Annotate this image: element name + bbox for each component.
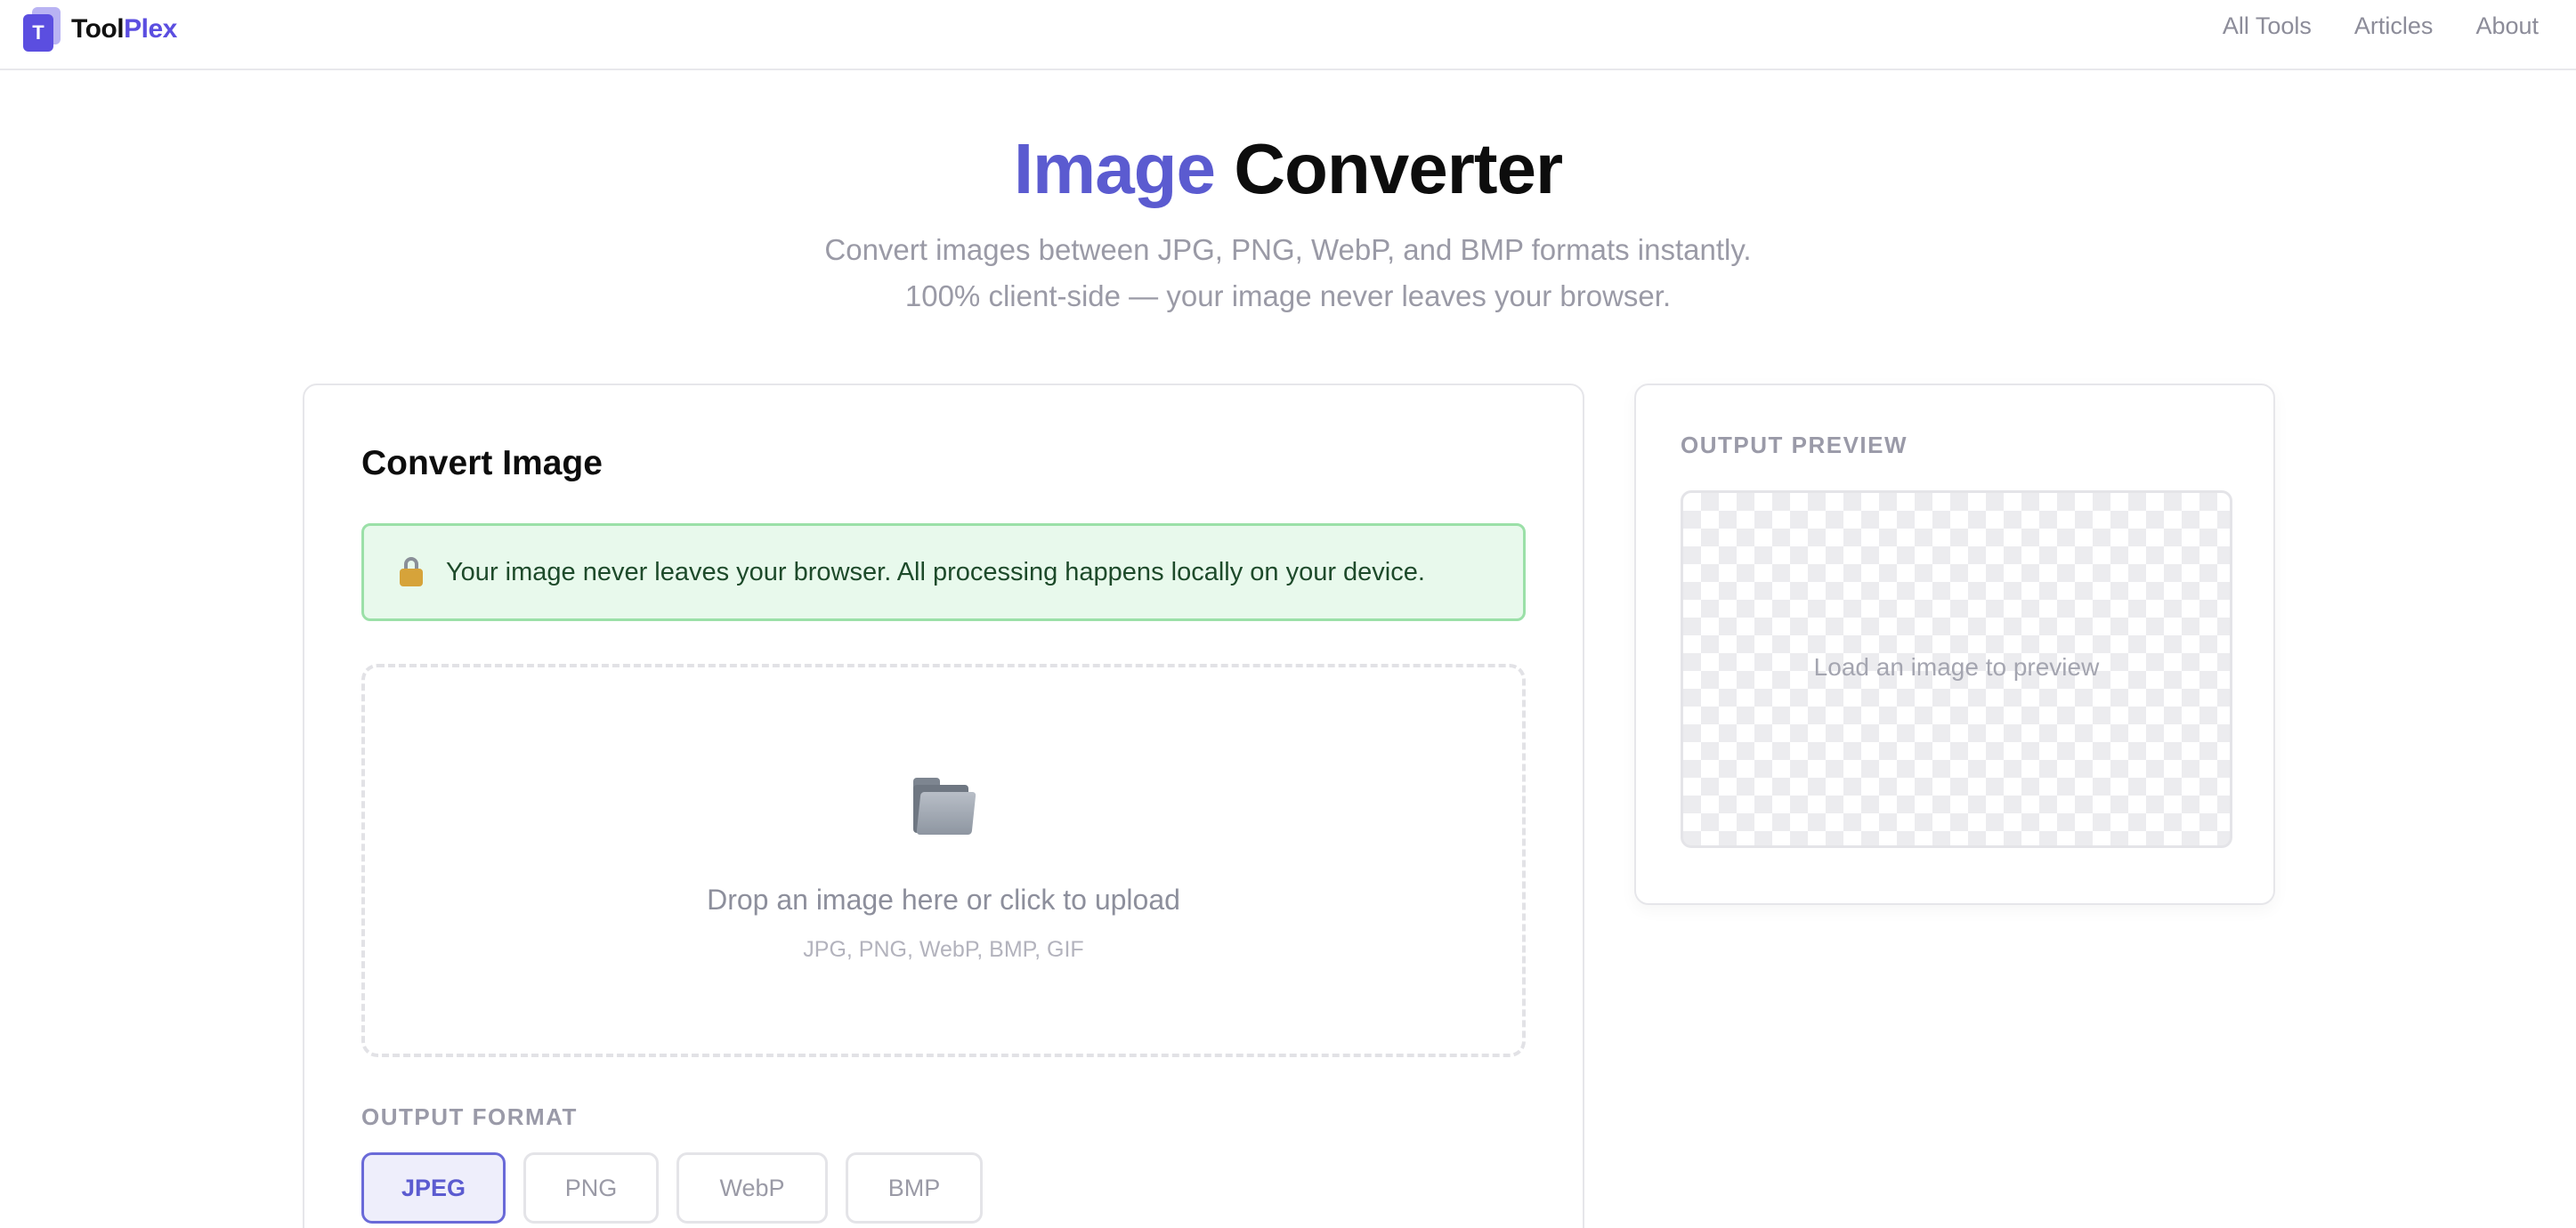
nav-link-articles[interactable]: Articles bbox=[2354, 12, 2434, 40]
converter-title: Convert Image bbox=[361, 444, 603, 482]
top-navigation-bar: T ToolPlex All Tools Articles About bbox=[0, 0, 2576, 70]
preview-placeholder-text: Load an image to preview bbox=[1813, 653, 2100, 681]
main-nav: All Tools Articles About bbox=[2223, 12, 2539, 40]
format-button-webp[interactable]: WebP bbox=[676, 1152, 828, 1224]
brand-name-part2: Plex bbox=[124, 14, 177, 44]
output-preview-card: OUTPUT PREVIEW Load an image to preview bbox=[1634, 384, 2275, 905]
page-title-rest: Converter bbox=[1234, 129, 1563, 208]
page-title-accent: Image bbox=[1013, 129, 1216, 208]
page-subtitle-line1: Convert images between JPG, PNG, WebP, a… bbox=[824, 233, 1752, 266]
nav-link-all-tools[interactable]: All Tools bbox=[2223, 12, 2312, 40]
preview-canvas: Load an image to preview bbox=[1681, 490, 2232, 848]
brand-name: ToolPlex bbox=[71, 14, 177, 44]
format-button-png[interactable]: PNG bbox=[523, 1152, 659, 1224]
dropzone-instruction: Drop an image here or click to upload bbox=[707, 884, 1180, 916]
privacy-notice-text: Your image never leaves your browser. Al… bbox=[446, 557, 1425, 586]
format-button-bmp[interactable]: BMP bbox=[846, 1152, 983, 1224]
output-format-selector: JPEG PNG WebP BMP bbox=[361, 1152, 983, 1224]
brand-name-part1: Tool bbox=[71, 14, 125, 44]
dropzone-supported-formats: JPG, PNG, WebP, BMP, GIF bbox=[803, 937, 1084, 962]
brand-logo[interactable]: T ToolPlex bbox=[23, 7, 177, 52]
nav-link-about[interactable]: About bbox=[2475, 12, 2539, 40]
page-title: Image Converter bbox=[0, 128, 2576, 210]
folder-icon bbox=[910, 774, 976, 836]
logo-icon-letter: T bbox=[23, 14, 53, 52]
output-format-label: OUTPUT FORMAT bbox=[361, 1103, 578, 1130]
privacy-notice: Your image never leaves your browser. Al… bbox=[361, 523, 1526, 621]
page-subtitle-line2: 100% client-side — your image never leav… bbox=[904, 279, 1672, 312]
converter-card: Convert Image Your image never leaves yo… bbox=[303, 384, 1584, 1228]
format-button-jpeg[interactable]: JPEG bbox=[361, 1152, 506, 1224]
logo-icon: T bbox=[23, 7, 62, 52]
image-upload-dropzone[interactable]: Drop an image here or click to upload JP… bbox=[361, 664, 1526, 1057]
output-preview-label: OUTPUT PREVIEW bbox=[1681, 432, 1908, 458]
lock-icon bbox=[398, 557, 425, 587]
